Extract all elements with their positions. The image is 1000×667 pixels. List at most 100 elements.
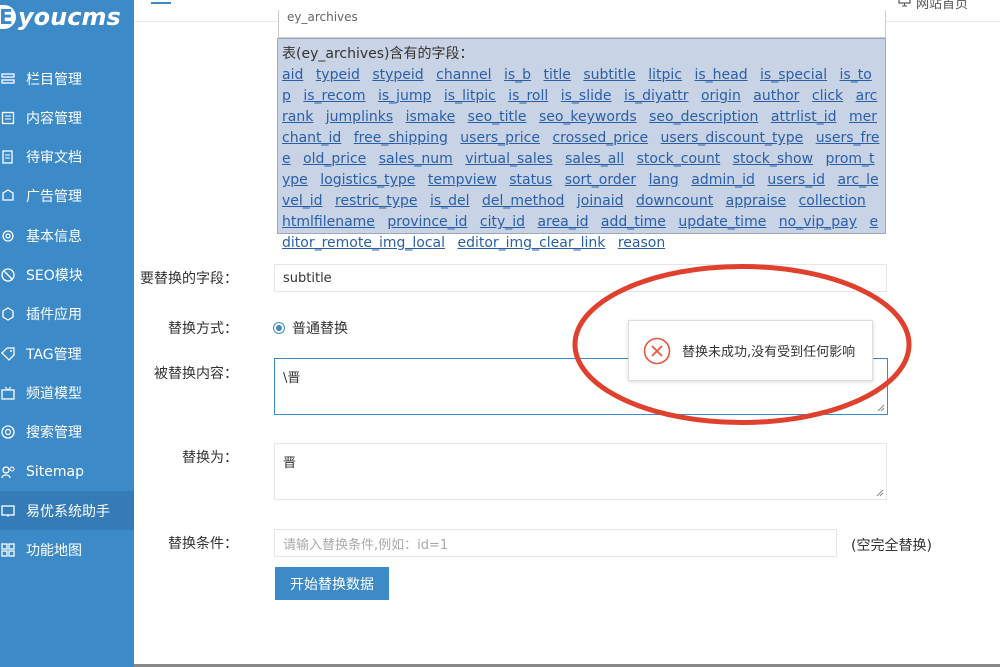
field-link[interactable]: is_roll — [508, 88, 548, 104]
start-replace-button[interactable]: 开始替换数据 — [275, 567, 389, 600]
replace-textarea[interactable]: 晋 — [274, 443, 887, 500]
sidebar-item-0[interactable]: 栏目管理 — [0, 59, 134, 98]
field-link[interactable]: is_head — [694, 67, 747, 83]
field-link[interactable]: sort_order — [565, 172, 636, 188]
field-link[interactable]: title — [544, 67, 571, 83]
sidebar-item-8[interactable]: 频道模型 — [0, 373, 134, 412]
resize-handle-icon[interactable] — [876, 489, 884, 497]
fields-list: aid typeid stypeid channel is_b title su… — [282, 65, 881, 254]
field-link[interactable]: free_shipping — [354, 130, 448, 146]
field-link[interactable]: origin — [701, 88, 741, 104]
field-link[interactable]: sales_num — [379, 151, 453, 167]
sidebar-item-6[interactable]: 插件应用 — [0, 295, 134, 334]
field-link[interactable]: stock_count — [637, 151, 721, 167]
field-link[interactable]: area_id — [537, 214, 588, 230]
field-link[interactable]: users_price — [460, 130, 540, 146]
menu-toggle-icon[interactable] — [151, 0, 171, 10]
field-link[interactable]: is_jump — [378, 88, 431, 104]
field-link[interactable]: seo_title — [468, 109, 527, 125]
table-select[interactable]: ey_archives — [278, 10, 886, 38]
field-link[interactable]: collection — [799, 193, 866, 209]
field-link[interactable]: restric_type — [335, 193, 417, 209]
field-link[interactable]: admin_id — [691, 172, 755, 188]
map-icon — [0, 542, 16, 558]
field-link[interactable]: status — [509, 172, 552, 188]
field-link[interactable]: seo_description — [649, 109, 758, 125]
field-link[interactable]: is_del — [430, 193, 470, 209]
field-link[interactable]: attrlist_id — [771, 109, 837, 125]
field-link[interactable]: city_id — [480, 214, 525, 230]
field-link[interactable]: is_slide — [561, 88, 612, 104]
field-link[interactable]: typeid — [316, 67, 360, 83]
sidebar-item-2[interactable]: 待审文档 — [0, 138, 134, 177]
field-link[interactable]: joinaid — [577, 193, 624, 209]
field-link[interactable]: seo_keywords — [539, 109, 637, 125]
field-link[interactable]: no_vip_pay — [779, 214, 857, 230]
sidebar-item-label: 基本信息 — [26, 228, 82, 245]
field-link[interactable]: is_special — [760, 67, 827, 83]
sidebar-item-label: TAG管理 — [26, 346, 82, 363]
sidebar-item-10[interactable]: Sitemap — [0, 452, 134, 491]
seo-icon — [0, 267, 16, 283]
field-link[interactable]: litpic — [648, 67, 682, 83]
field-link[interactable]: tempview — [428, 172, 497, 188]
field-link[interactable]: author — [753, 88, 799, 104]
field-link[interactable]: update_time — [678, 214, 766, 230]
logo[interactable]: E youcms — [0, 2, 121, 32]
field-link[interactable]: is_b — [504, 67, 531, 83]
sidebar-item-label: 插件应用 — [26, 307, 82, 324]
sidebar-item-12[interactable]: 功能地图 — [0, 531, 134, 570]
table-select-value: ey_archives — [287, 10, 358, 24]
sidebar-item-label: 频道模型 — [26, 385, 82, 402]
sidebar-item-7[interactable]: TAG管理 — [0, 334, 134, 373]
field-link[interactable]: reason — [618, 235, 665, 251]
field-link[interactable]: province_id — [387, 214, 467, 230]
field-link[interactable]: channel — [436, 67, 491, 83]
sidebar-item-11[interactable]: 易优系统助手 — [0, 491, 134, 531]
sidebar: E youcms 栏目管理内容管理待审文档广告管理基本信息 SEO模块插件应用 TA… — [0, 0, 134, 667]
sidebar-item-label: 栏目管理 — [26, 71, 82, 88]
field-link[interactable]: users_discount_type — [661, 130, 804, 146]
field-link[interactable]: aid — [282, 67, 303, 83]
sidebar-item-label: 内容管理 — [26, 110, 82, 127]
field-link[interactable]: is_recom — [303, 88, 365, 104]
sidebar-item-5[interactable]: SEO模块 — [0, 256, 134, 295]
mode-radio-normal[interactable]: 普通替换 — [273, 318, 348, 338]
field-link[interactable]: sales_all — [565, 151, 624, 167]
search-icon — [0, 424, 16, 440]
field-link[interactable]: users_id — [767, 172, 825, 188]
field-link[interactable]: appraise — [726, 193, 786, 209]
field-link[interactable]: ismake — [406, 109, 456, 125]
sidebar-item-label: 搜索管理 — [26, 425, 82, 442]
sidebar-item-4[interactable]: 基本信息 — [0, 216, 134, 255]
field-link[interactable]: downcount — [636, 193, 713, 209]
field-link[interactable]: crossed_price — [552, 130, 648, 146]
field-link[interactable]: del_method — [482, 193, 564, 209]
replace-label: 替换为： — [182, 450, 238, 466]
field-link[interactable]: old_price — [303, 151, 366, 167]
field-link[interactable]: virtual_sales — [465, 151, 552, 167]
field-link[interactable]: jumplinks — [326, 109, 393, 125]
sidebar-item-1[interactable]: 内容管理 — [0, 98, 134, 137]
sidebar-item-label: SEO模块 — [26, 268, 83, 284]
field-link[interactable]: add_time — [601, 214, 666, 230]
sidebar-item-9[interactable]: 搜索管理 — [0, 413, 134, 452]
field-link[interactable]: subtitle — [583, 67, 635, 83]
logo-mark: E — [0, 5, 16, 29]
field-link[interactable]: is_diyattr — [624, 88, 689, 104]
field-link[interactable]: click — [812, 88, 843, 104]
field-link[interactable]: stypeid — [372, 67, 423, 83]
field-link[interactable]: editor_img_clear_link — [457, 235, 605, 251]
sidebar-item-3[interactable]: 广告管理 — [0, 177, 134, 216]
sidebar-item-label: 待审文档 — [26, 150, 82, 167]
mode-label: 替换方式： — [168, 321, 238, 337]
site-home-link[interactable]: 网站首页 — [898, 0, 968, 12]
search-label: 被替换内容： — [154, 366, 238, 382]
condition-input[interactable]: 请输入替换条件,例如：id=1 — [274, 529, 837, 557]
field-link[interactable]: lang — [649, 172, 679, 188]
field-link[interactable]: is_litpic — [444, 88, 496, 104]
field-input-value: subtitle — [283, 270, 332, 286]
field-link[interactable]: htmlfilename — [282, 214, 375, 230]
field-link[interactable]: stock_show — [733, 151, 813, 167]
field-link[interactable]: logistics_type — [320, 172, 415, 188]
